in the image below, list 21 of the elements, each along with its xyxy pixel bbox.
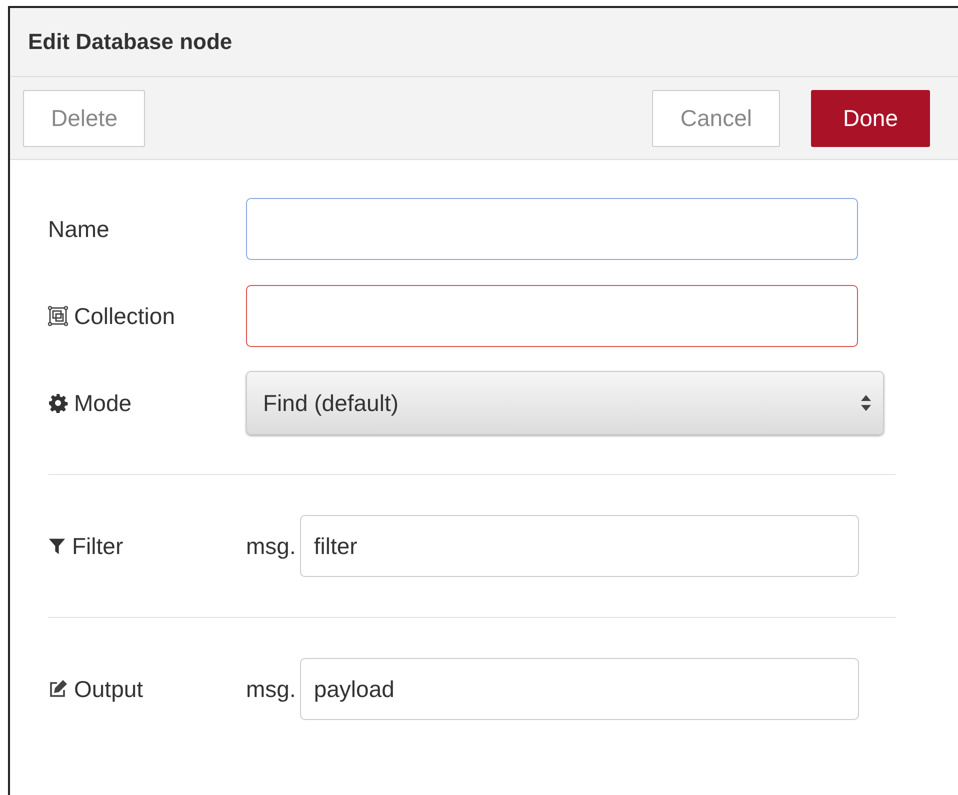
text-field[interactable] [246, 198, 858, 260]
text-field[interactable]: filter [300, 515, 859, 577]
dialog-title: Edit Database node [28, 29, 232, 55]
field-label: Name [48, 216, 110, 242]
field-label: Output [74, 676, 144, 702]
msg-prefix: msg. [246, 532, 296, 560]
text-field[interactable] [246, 285, 858, 347]
field-label: Mode [74, 390, 132, 416]
field-label: Collection [74, 302, 175, 330]
edit-icon [48, 679, 68, 699]
field-label: Filter [72, 532, 124, 560]
collection-icon [48, 306, 68, 326]
gear-icon [48, 393, 68, 413]
filter-icon [48, 536, 66, 556]
msg-prefix: msg. [246, 676, 296, 702]
mode-dropdown[interactable]: Find (default) [246, 371, 884, 435]
delete-button[interactable]: Delete [23, 90, 146, 146]
sort-icon [861, 395, 871, 411]
cancel-button[interactable]: Cancel [652, 90, 780, 146]
text-field[interactable]: payload [300, 658, 859, 720]
done-button[interactable]: Done [811, 90, 930, 146]
